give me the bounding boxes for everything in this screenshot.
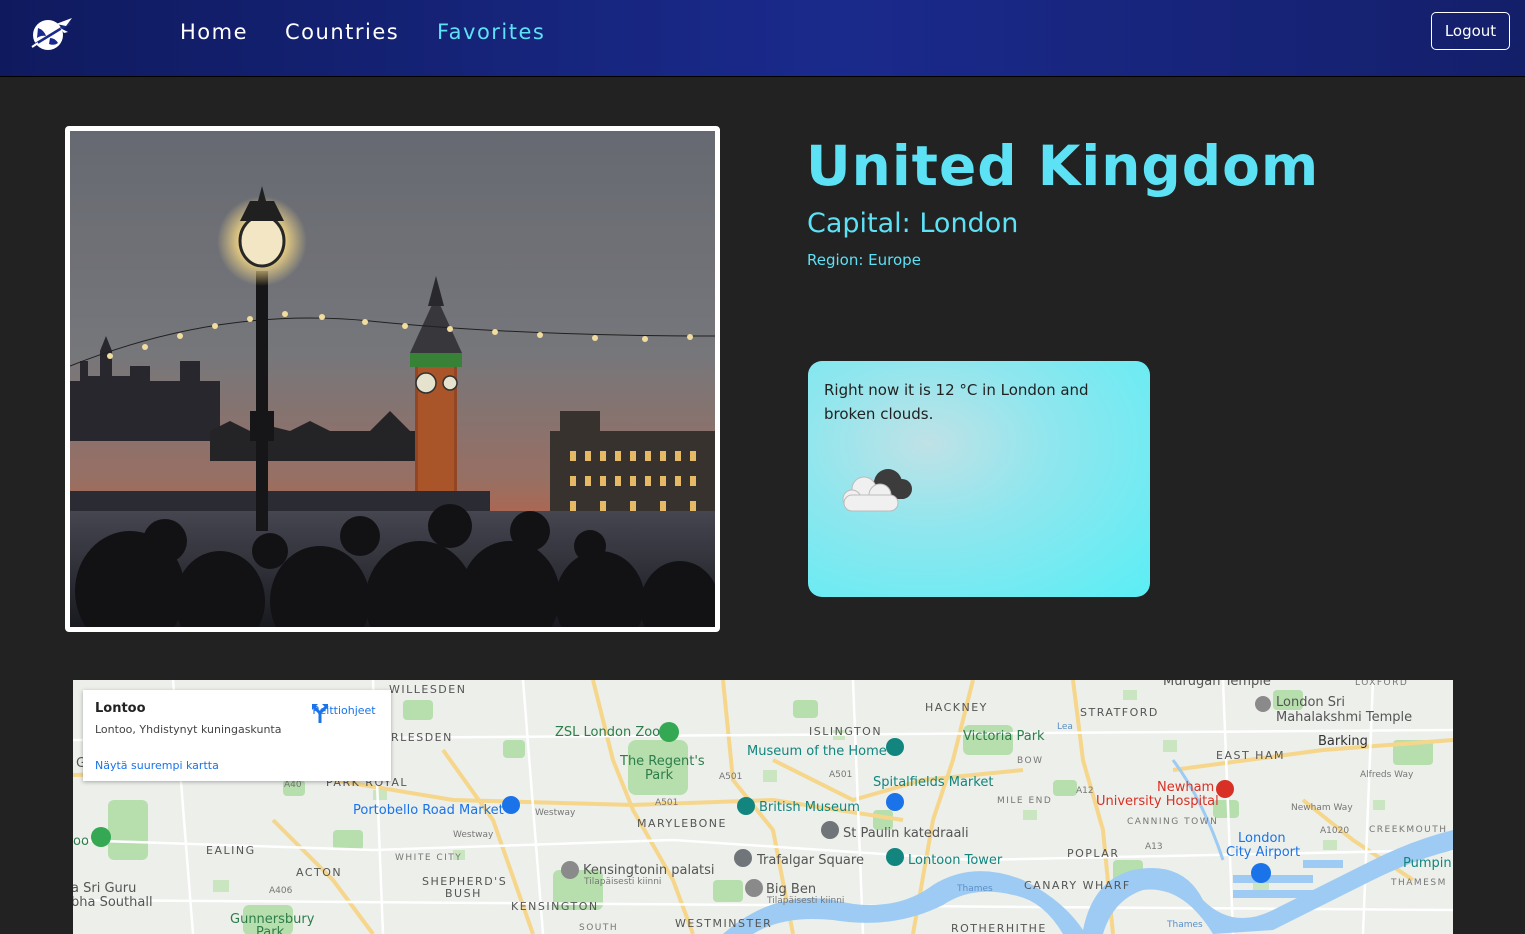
map-label: Tilapäisesti kiinni bbox=[584, 877, 662, 887]
london-big-ben-photo bbox=[70, 131, 715, 627]
nav-favorites-link[interactable]: Favorites bbox=[437, 20, 545, 44]
map-place-card: Lontoo Lontoo, Yhdistynyt kuningaskunta … bbox=[83, 690, 391, 781]
map-label: Museum of the Home bbox=[747, 744, 887, 759]
map-label: ROTHERHITHE bbox=[951, 922, 1047, 934]
view-larger-map-link[interactable]: Näytä suurempi kartta bbox=[95, 759, 219, 772]
map-label: THAMESM bbox=[1391, 878, 1447, 888]
map-label: Park bbox=[645, 768, 674, 783]
map-label: MILE END bbox=[997, 796, 1053, 806]
region-text: Region: Europe bbox=[807, 251, 921, 269]
map-label: ZSL London Zoo bbox=[555, 725, 661, 740]
map-label: Park bbox=[256, 925, 285, 934]
map-label: Victoria Park bbox=[963, 729, 1045, 744]
top-navbar: Home Countries Favorites Logout bbox=[0, 0, 1525, 77]
map-label: EAST HAM bbox=[1216, 749, 1285, 762]
map-label: A12 bbox=[1076, 786, 1094, 796]
capital-text: Capital: London bbox=[807, 208, 1019, 239]
map-label: a Sri Guru bbox=[73, 881, 137, 896]
map-label: ISLINGTON bbox=[809, 725, 883, 738]
map-label: University Hospital bbox=[1096, 794, 1219, 809]
map-label: MARYLEBONE bbox=[637, 817, 727, 830]
map-label: St Paulin katedraali bbox=[843, 826, 969, 841]
map-label: Portobello Road Market bbox=[353, 803, 504, 818]
map-label: A501 bbox=[829, 770, 853, 780]
map-label: WESTMINSTER bbox=[675, 917, 773, 930]
map-label: BOW bbox=[1017, 756, 1044, 766]
map-label: A40 bbox=[284, 780, 302, 790]
map-label: Murugan Temple bbox=[1163, 680, 1271, 689]
map-label: Lea bbox=[1057, 722, 1073, 732]
map-label: London bbox=[1238, 831, 1286, 846]
country-name-heading: United Kingdom bbox=[806, 134, 1320, 198]
map-label: City Airport bbox=[1226, 845, 1301, 860]
map-label: A501 bbox=[719, 772, 743, 782]
weather-description: Right now it is 12 °C in London and brok… bbox=[824, 381, 1089, 423]
map-label: A13 bbox=[1145, 842, 1163, 852]
map-label: Spitalfields Market bbox=[873, 775, 994, 790]
google-map-embed[interactable]: WILLESDEN RLESDEN ISLINGTON HACKNEY STRA… bbox=[73, 680, 1453, 934]
map-label: Newham bbox=[1157, 780, 1215, 795]
map-label: A501 bbox=[655, 798, 679, 808]
directions-button[interactable]: Reittiohjeet bbox=[309, 702, 379, 723]
map-label: Lontoon Tower bbox=[908, 853, 1003, 868]
map-label: SOUTH bbox=[579, 923, 619, 933]
country-photo bbox=[65, 126, 720, 632]
map-label: Kensingtonin palatsi bbox=[583, 863, 715, 878]
map-label: WHITE CITY bbox=[395, 853, 463, 863]
map-label: POPLAR bbox=[1067, 847, 1120, 860]
map-label: oo bbox=[73, 834, 89, 849]
map-label: Newham Way bbox=[1291, 803, 1353, 813]
map-label: A406 bbox=[269, 886, 293, 896]
map-label: London Sri bbox=[1276, 695, 1345, 710]
map-label: ACTON bbox=[296, 866, 343, 879]
map-label: CANNING TOWN bbox=[1127, 817, 1219, 827]
map-label: STRATFORD bbox=[1080, 706, 1159, 719]
map-label: A1020 bbox=[1320, 826, 1350, 836]
map-label: Alfreds Way bbox=[1360, 770, 1414, 780]
map-label: Barking bbox=[1318, 734, 1368, 749]
map-label: Trafalgar Square bbox=[757, 853, 864, 868]
map-label: The Regent's bbox=[620, 754, 705, 769]
map-label: EALING bbox=[206, 844, 256, 857]
map-label: WILLESDEN bbox=[389, 683, 467, 696]
map-label: bha Southall bbox=[73, 895, 153, 910]
map-label: Big Ben bbox=[766, 882, 817, 897]
map-label: Mahalakshmi Temple bbox=[1276, 710, 1413, 725]
map-label: BUSH bbox=[445, 887, 482, 900]
nav-home-link[interactable]: Home bbox=[180, 20, 248, 44]
map-label: Tilapäisesti kiinni bbox=[767, 896, 845, 906]
map-label: Pumpin bbox=[1403, 856, 1452, 871]
logout-button[interactable]: Logout bbox=[1431, 12, 1510, 50]
map-label: HACKNEY bbox=[925, 701, 988, 714]
weather-card: Right now it is 12 °C in London and brok… bbox=[808, 361, 1150, 597]
map-place-address: Lontoo, Yhdistynyt kuningaskunta bbox=[95, 723, 282, 736]
map-label: Westway bbox=[535, 808, 576, 818]
map-label: RLESDEN bbox=[391, 731, 453, 744]
map-label: CANARY WHARF bbox=[1024, 879, 1131, 892]
nav-countries-link[interactable]: Countries bbox=[285, 20, 399, 44]
broken-clouds-icon bbox=[836, 461, 922, 525]
map-label: Westway bbox=[453, 830, 494, 840]
map-label: British Museum bbox=[759, 800, 860, 815]
map-label: LOXFORD bbox=[1355, 680, 1409, 688]
map-label: CREEKMOUTH bbox=[1369, 825, 1448, 835]
map-label: Thames bbox=[957, 884, 993, 894]
map-place-title: Lontoo bbox=[95, 701, 146, 716]
map-label: Thames bbox=[1167, 920, 1203, 930]
globe-plane-logo-icon[interactable] bbox=[26, 14, 74, 54]
map-label: KENSINGTON bbox=[511, 900, 599, 913]
